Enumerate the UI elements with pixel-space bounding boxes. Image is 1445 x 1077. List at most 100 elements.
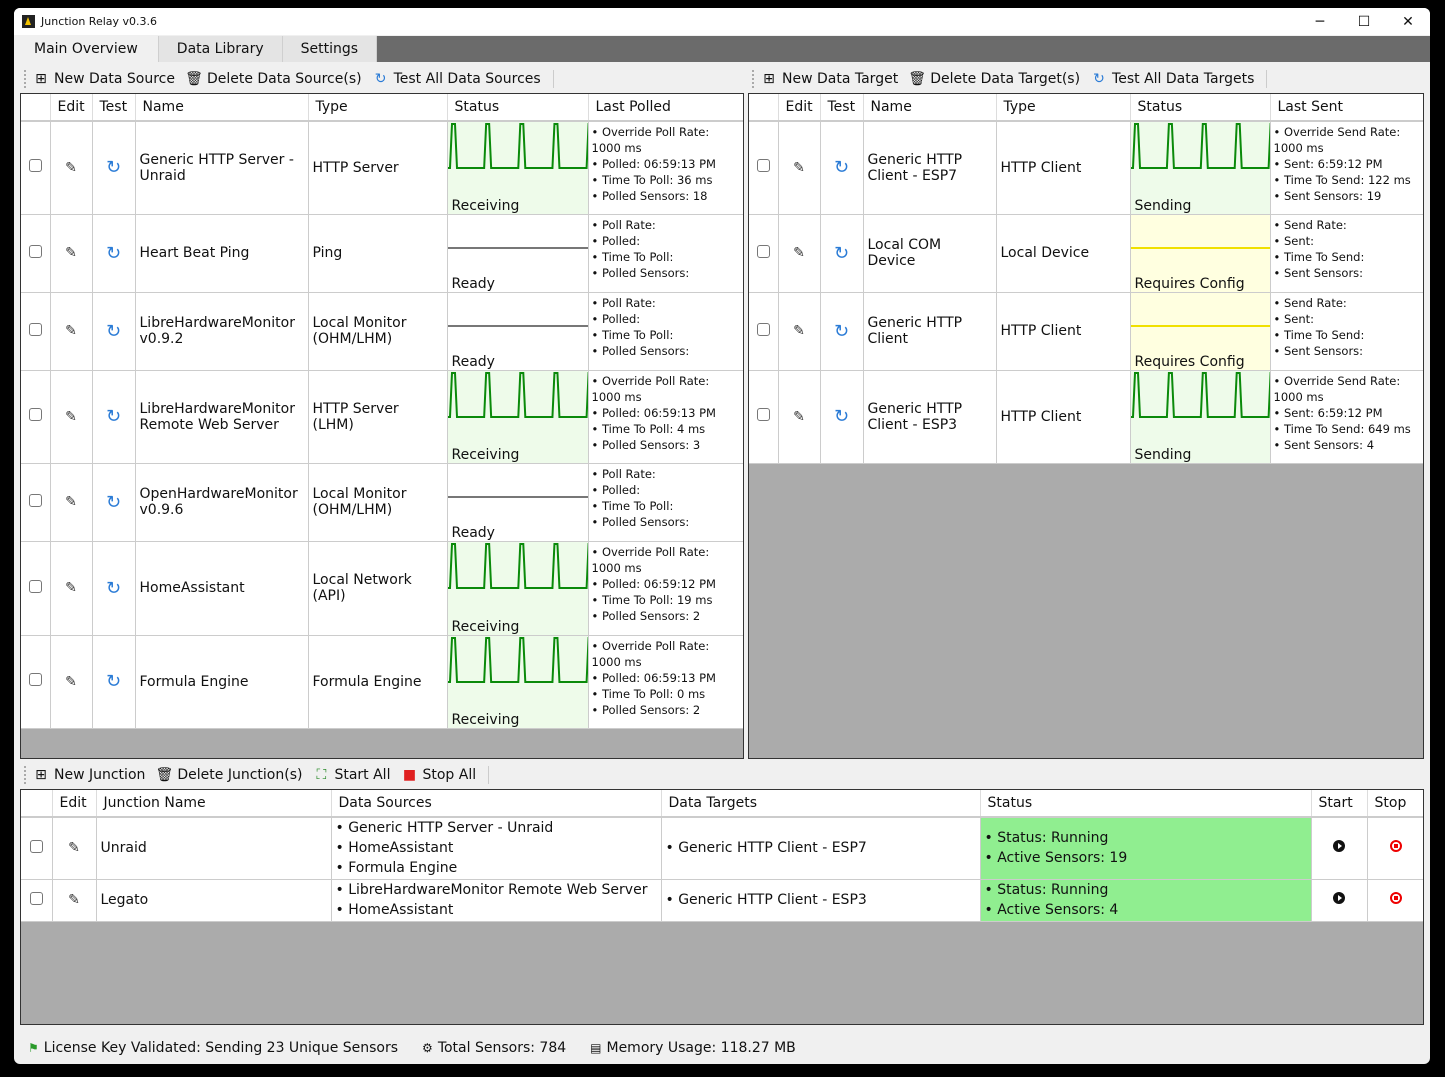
- info-line: • Time To Poll: 36 ms: [591, 173, 713, 187]
- select-cell: [21, 879, 53, 922]
- table-row[interactable]: ✎ Legato • LibreHardwareMonitor Remote Web…: [21, 879, 1423, 922]
- refresh-icon[interactable]: ↻: [834, 406, 849, 427]
- refresh-icon[interactable]: ↻: [106, 578, 121, 599]
- pencil-icon[interactable]: ✎: [65, 160, 77, 176]
- table-row[interactable]: ✎ ↻ Generic HTTP Client - ESP3 HTTP Client S…: [749, 370, 1423, 464]
- refresh-icon[interactable]: ↻: [834, 243, 849, 264]
- pencil-icon[interactable]: ✎: [793, 409, 805, 425]
- info-line: • Polled Sensors: 2: [591, 608, 701, 623]
- stop-all-button[interactable]: ■ Stop All: [400, 767, 476, 783]
- tab-settings[interactable]: Settings: [282, 36, 378, 62]
- refresh-icon[interactable]: ↻: [106, 671, 121, 692]
- column-header[interactable]: Junction Name: [96, 790, 332, 818]
- row-checkbox[interactable]: [28, 493, 42, 507]
- label: New Junction: [54, 767, 146, 783]
- refresh-icon[interactable]: ↻: [106, 321, 121, 342]
- new-junction-button[interactable]: ⊞ New Junction: [32, 767, 145, 783]
- table-row[interactable]: ✎ ↻ OpenHardwareMonitor v0.9.6 Local Monito…: [21, 463, 743, 542]
- pencil-icon[interactable]: ✎: [65, 674, 77, 690]
- column-header[interactable]: Status: [1130, 94, 1271, 122]
- new-data-target-button[interactable]: ⊞ New Data Target: [760, 71, 898, 87]
- stop-icon[interactable]: [1389, 840, 1402, 853]
- pencil-icon[interactable]: ✎: [65, 494, 77, 510]
- column-header[interactable]: Start: [1311, 790, 1368, 818]
- row-checkbox[interactable]: [756, 322, 770, 336]
- pencil-icon[interactable]: ✎: [793, 160, 805, 176]
- tab-data-library[interactable]: Data Library: [158, 36, 283, 62]
- column-header[interactable]: Edit: [52, 790, 97, 818]
- table-row[interactable]: ✎ ↻ LibreHardwareMonitor v0.9.2 Local Monit…: [21, 292, 743, 371]
- column-header[interactable]: [21, 94, 51, 122]
- play-icon[interactable]: [1333, 892, 1345, 904]
- toolbar-grip[interactable]: [24, 766, 28, 784]
- column-header[interactable]: Type: [308, 94, 448, 122]
- column-header[interactable]: Last Polled: [588, 94, 743, 122]
- delete-data-target-button[interactable]: 🗑 Delete Data Target(s): [908, 71, 1080, 87]
- table-row[interactable]: ✎ Unraid • Generic HTTP Server - Unraid • H…: [21, 817, 1423, 880]
- refresh-icon[interactable]: ↻: [106, 406, 121, 427]
- table-row[interactable]: ✎ ↻ Generic HTTP Client - ESP7 HTTP Client S…: [749, 121, 1423, 215]
- pencil-icon[interactable]: ✎: [65, 580, 77, 596]
- new-data-source-button[interactable]: ⊞ New Data Source: [32, 71, 175, 87]
- column-header[interactable]: Name: [863, 94, 997, 122]
- column-header[interactable]: [21, 790, 53, 818]
- row-checkbox[interactable]: [28, 159, 42, 173]
- refresh-icon[interactable]: ↻: [106, 492, 121, 513]
- test-all-data-sources-button[interactable]: ↻ Test All Data Sources: [372, 71, 541, 87]
- refresh-icon[interactable]: ↻: [834, 321, 849, 342]
- table-row[interactable]: ✎ ↻ Generic HTTP Client HTTP Client Requires…: [749, 292, 1423, 371]
- table-row[interactable]: ✎ ↻ Formula Engine Formula Engine Receiving •…: [21, 635, 743, 729]
- stop-icon[interactable]: [1389, 892, 1402, 904]
- maximize-button[interactable]: ☐: [1342, 8, 1386, 35]
- delete-data-source-button[interactable]: 🗑 Delete Data Source(s): [185, 71, 362, 87]
- pencil-icon[interactable]: ✎: [65, 409, 77, 425]
- pencil-icon[interactable]: ✎: [65, 245, 77, 261]
- column-header[interactable]: Edit: [778, 94, 821, 122]
- column-header[interactable]: Type: [996, 94, 1131, 122]
- row-checkbox[interactable]: [28, 244, 42, 258]
- column-header[interactable]: Data Targets: [661, 790, 981, 818]
- tab-main-overview[interactable]: Main Overview: [14, 36, 159, 62]
- row-checkbox[interactable]: [28, 322, 42, 336]
- table-row[interactable]: ✎ ↻ Heart Beat Ping Ping Ready • Poll Rate: • …: [21, 214, 743, 293]
- refresh-icon[interactable]: ↻: [106, 157, 121, 178]
- column-header[interactable]: Test: [92, 94, 136, 122]
- toolbar-grip[interactable]: [752, 70, 756, 88]
- close-button[interactable]: ✕: [1386, 8, 1430, 35]
- start-all-button[interactable]: ⛶ Start All: [312, 767, 391, 783]
- refresh-icon[interactable]: ↻: [834, 157, 849, 178]
- table-row[interactable]: ✎ ↻ Local COM Device Local Device Requires C…: [749, 214, 1423, 293]
- row-checkbox[interactable]: [756, 159, 770, 173]
- minimize-button[interactable]: ─: [1298, 8, 1342, 35]
- row-checkbox[interactable]: [756, 244, 770, 258]
- pencil-icon[interactable]: ✎: [65, 323, 77, 339]
- column-header[interactable]: Status: [447, 94, 589, 122]
- column-header[interactable]: [749, 94, 779, 122]
- column-header[interactable]: Data Sources: [331, 790, 662, 818]
- refresh-icon[interactable]: ↻: [106, 243, 121, 264]
- pencil-icon[interactable]: ✎: [793, 245, 805, 261]
- column-header[interactable]: Name: [135, 94, 309, 122]
- row-checkbox[interactable]: [28, 579, 42, 593]
- type-cell: Local Network (API): [308, 541, 448, 636]
- column-header[interactable]: Edit: [50, 94, 93, 122]
- delete-junction-button[interactable]: 🗑 Delete Junction(s): [155, 767, 303, 783]
- row-checkbox[interactable]: [28, 673, 42, 686]
- play-icon[interactable]: [1333, 840, 1345, 853]
- test-all-data-targets-button[interactable]: ↻ Test All Data Targets: [1090, 71, 1254, 87]
- row-checkbox[interactable]: [29, 839, 43, 853]
- row-checkbox[interactable]: [28, 408, 42, 421]
- row-checkbox[interactable]: [756, 408, 770, 421]
- table-row[interactable]: ✎ ↻ Generic HTTP Server - Unraid HTTP Serve…: [21, 121, 743, 215]
- row-checkbox[interactable]: [29, 891, 43, 905]
- column-header[interactable]: Test: [820, 94, 864, 122]
- column-header[interactable]: Status: [980, 790, 1312, 818]
- column-header[interactable]: Last Sent: [1270, 94, 1423, 122]
- pencil-icon[interactable]: ✎: [793, 323, 805, 339]
- toolbar-grip[interactable]: [24, 70, 28, 88]
- pencil-icon[interactable]: ✎: [68, 840, 80, 856]
- table-row[interactable]: ✎ ↻ LibreHardwareMonitor Remote Web Server…: [21, 370, 743, 464]
- column-header[interactable]: Stop: [1367, 790, 1423, 818]
- table-row[interactable]: ✎ ↻ HomeAssistant Local Network (API) Receiv…: [21, 541, 743, 636]
- pencil-icon[interactable]: ✎: [68, 892, 80, 908]
